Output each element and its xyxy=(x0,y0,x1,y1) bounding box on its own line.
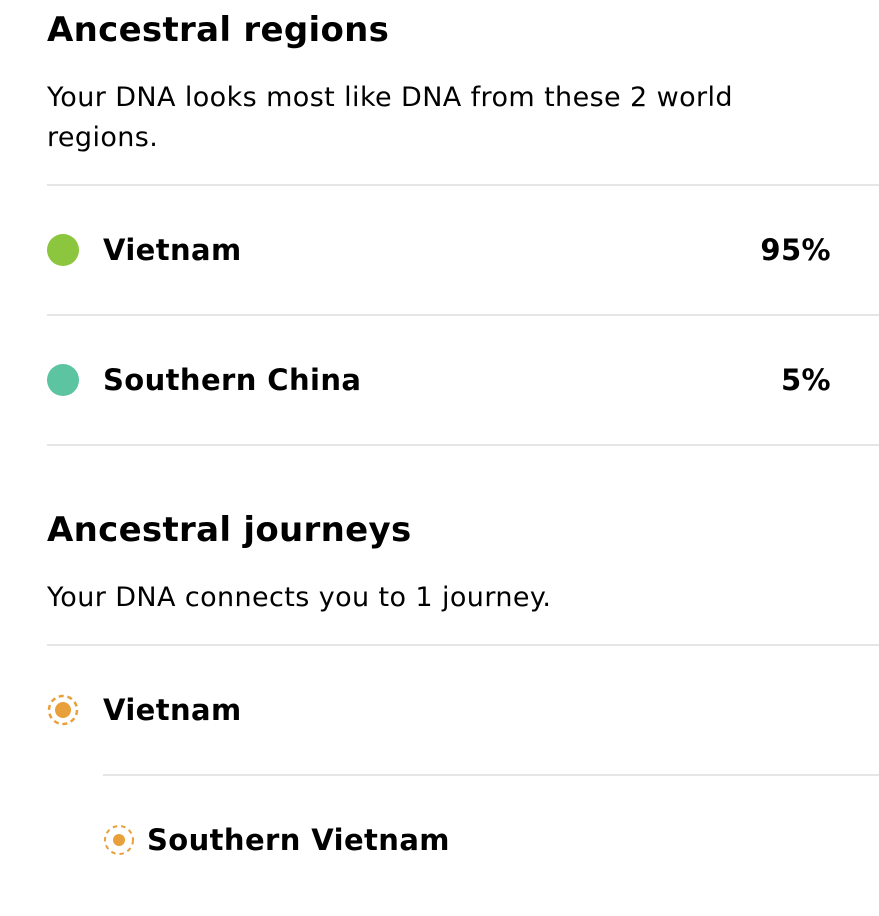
region-row-vietnam[interactable]: Vietnam 95% xyxy=(47,186,879,314)
journeys-list: Vietnam Southern Vietnam xyxy=(47,644,879,904)
region-color-dot xyxy=(47,234,79,266)
journey-name: Vietnam xyxy=(103,693,242,727)
region-name: Vietnam xyxy=(103,233,242,267)
journey-row-vietnam[interactable]: Vietnam xyxy=(47,646,879,774)
ancestral-journeys-description: Your DNA connects you to 1 journey. xyxy=(47,582,552,613)
regions-list: Vietnam 95% Southern China 5% xyxy=(47,184,879,446)
region-percent: 95% xyxy=(760,233,831,267)
journey-sun-icon xyxy=(104,825,134,855)
region-percent: 5% xyxy=(780,363,831,397)
ancestral-journeys-title: Ancestral journeys xyxy=(47,510,412,550)
region-row-southern-china[interactable]: Southern China 5% xyxy=(47,316,879,444)
region-name: Southern China xyxy=(103,363,362,397)
ancestral-regions-title: Ancestral regions xyxy=(47,10,390,50)
ancestral-regions-description: Your DNA looks most like DNA from these … xyxy=(47,82,733,153)
journey-sub-row-southern-vietnam[interactable]: Southern Vietnam xyxy=(103,776,879,904)
region-color-dot xyxy=(47,364,79,396)
journey-sun-icon xyxy=(47,694,79,726)
divider xyxy=(47,444,879,446)
ancestral-regions-section: Ancestral regions xyxy=(47,10,879,50)
journey-sub-name: Southern Vietnam xyxy=(147,823,450,857)
ancestral-journeys-section: Ancestral journeys xyxy=(47,510,879,550)
